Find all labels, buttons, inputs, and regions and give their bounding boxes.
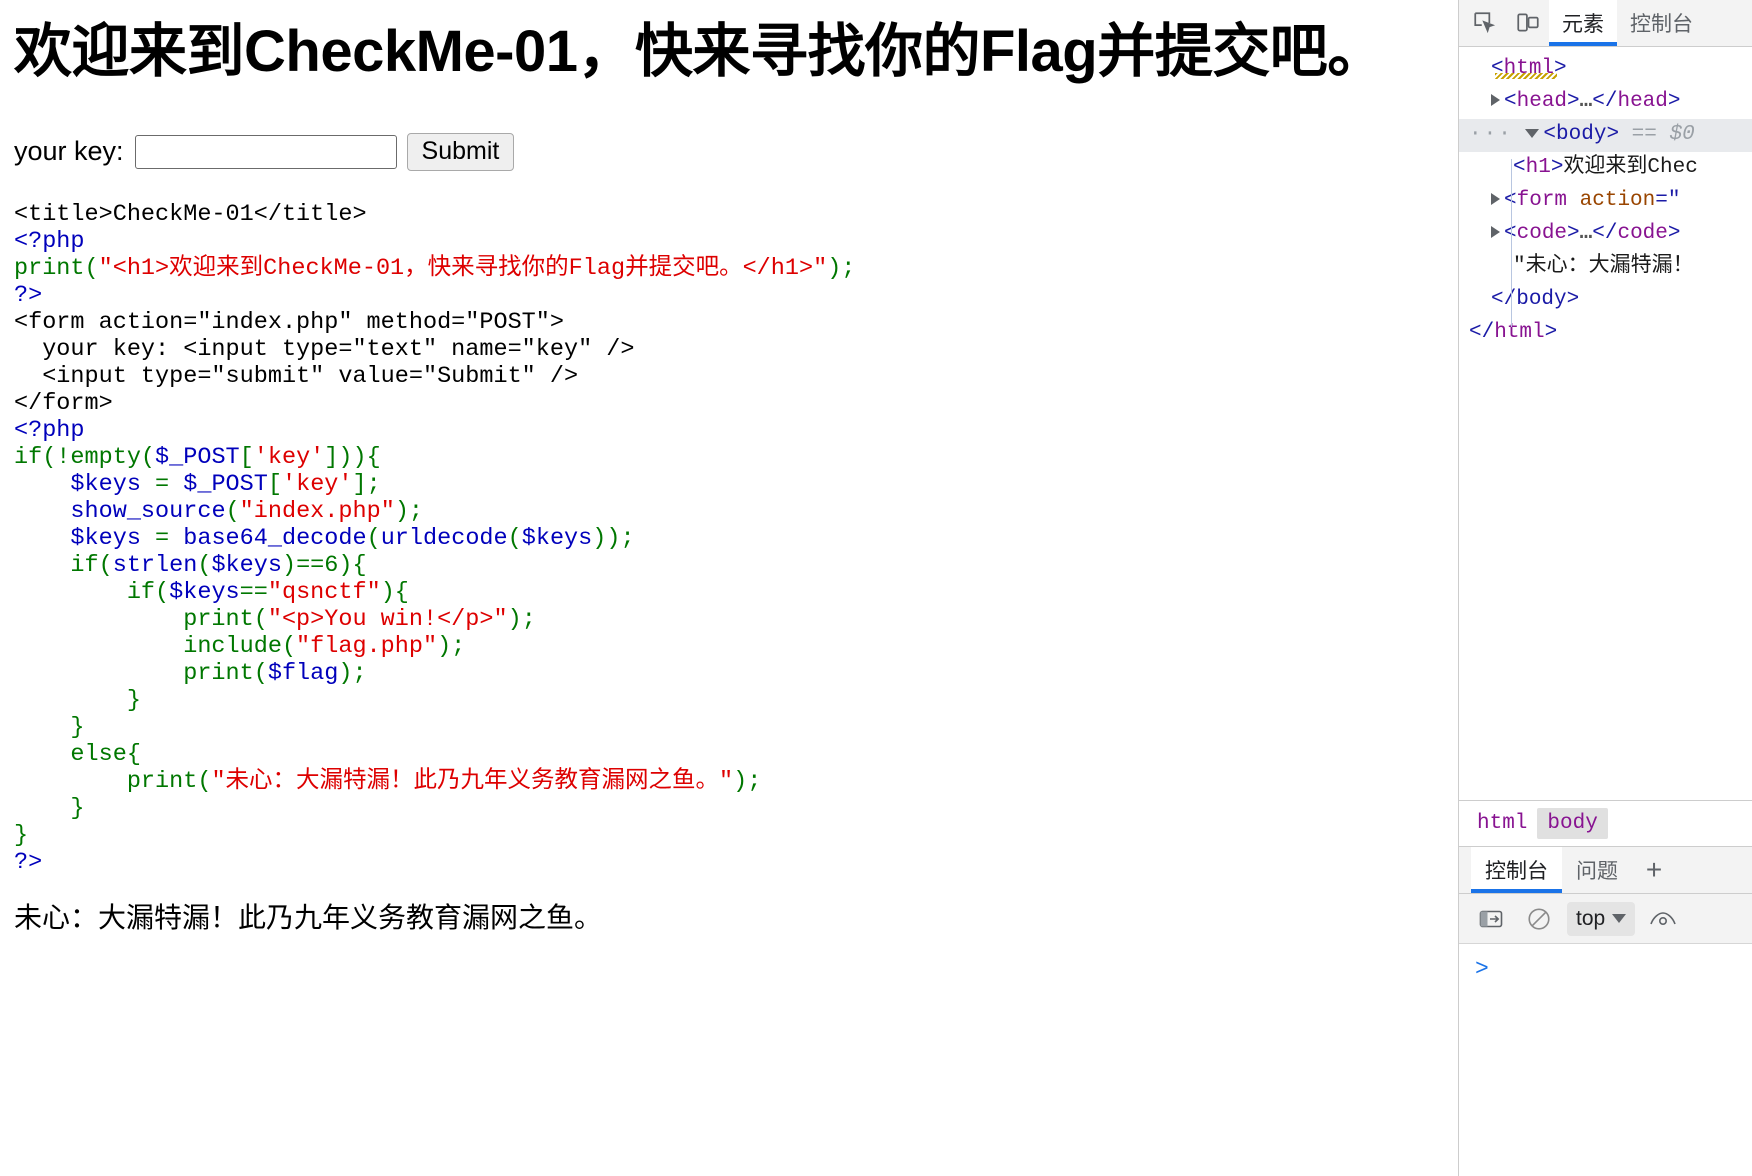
dom-tree-row[interactable]: <code>…</code> <box>1459 218 1752 251</box>
source-line: <title>CheckMe-01</title> <box>14 200 367 228</box>
source-line: ?> <box>14 848 43 876</box>
drawer-tabs: 控制台 问题 + <box>1459 847 1752 894</box>
source-line: <form action="index.php" method="POST"> <box>14 308 564 336</box>
dom-tree-row[interactable]: "未心：大漏特漏！ <box>1459 251 1752 284</box>
breadcrumb-item-html[interactable]: html <box>1467 808 1537 839</box>
dom-tree-row[interactable]: <form action=" <box>1459 185 1752 218</box>
key-label: your key: <box>14 136 124 167</box>
tab-issues[interactable]: 问题 <box>1562 847 1632 893</box>
add-tab-plus-icon[interactable]: + <box>1632 847 1676 893</box>
devtools-panel: 元素 控制台 <html> <head>…</head> ··· <body> ==… <box>1458 0 1752 1176</box>
dom-tree[interactable]: <html> <head>…</head> ··· <body> == $0 <h1>… <box>1459 47 1752 800</box>
console-output[interactable]: > <box>1459 944 1752 1176</box>
breadcrumb: html body <box>1459 800 1752 846</box>
source-line: if(!empty($_POST['key'])){ <box>14 443 381 471</box>
source-line: $keys = $_POST['key']; <box>70 470 381 498</box>
key-input[interactable] <box>134 134 397 169</box>
dom-tree-row[interactable]: ··· <body> == $0 <box>1459 119 1752 152</box>
source-code-listing: <title>CheckMe-01</title> <?php print("<h1… <box>14 201 1442 876</box>
dom-tree-row[interactable]: </html> <box>1459 317 1752 350</box>
source-line: </form> <box>14 389 113 417</box>
tab-console[interactable]: 控制台 <box>1471 847 1562 893</box>
tab-elements[interactable]: 元素 <box>1549 0 1617 46</box>
dom-tree-row[interactable]: <html> <box>1459 53 1752 86</box>
dom-tree-row[interactable]: <h1>欢迎来到Chec <box>1459 152 1752 185</box>
source-line: include("flag.php"); <box>14 632 466 660</box>
source-line: show_source("index.php"); <box>70 497 424 525</box>
key-form: your key: Submit <box>14 132 1442 171</box>
live-expression-eye-icon[interactable] <box>1643 901 1683 937</box>
console-context-select[interactable]: top <box>1567 901 1636 936</box>
dom-tree-row[interactable]: </body> <box>1459 284 1752 317</box>
source-line: } <box>14 794 85 822</box>
tab-console-top[interactable]: 控制台 <box>1617 0 1706 46</box>
devtools-toolbar: 元素 控制台 <box>1459 0 1752 47</box>
source-line: your key: <input type="text" name="key" … <box>14 335 635 363</box>
body-indent-guide <box>1511 159 1512 327</box>
console-prompt-icon: > <box>1475 956 1489 982</box>
source-line: } <box>14 686 141 714</box>
source-line: print("未心：大漏特漏！此乃九年义务教育漏网之鱼。"); <box>14 767 762 795</box>
browser-with-devtools: 欢迎来到CheckMe-01，快来寻找你的Flag并提交吧。 your key:… <box>0 0 1752 1176</box>
inspect-element-icon[interactable] <box>1463 0 1506 46</box>
html-tag-squiggle <box>1495 73 1557 79</box>
source-line: } <box>14 713 85 741</box>
source-line: ?> <box>14 281 43 309</box>
chevron-down-icon <box>1612 914 1627 923</box>
dom-tree-row[interactable]: <head>…</head> <box>1459 86 1752 119</box>
page-title: 欢迎来到CheckMe-01，快来寻找你的Flag并提交吧。 <box>14 19 1385 84</box>
device-toolbar-icon[interactable] <box>1506 0 1549 46</box>
php-output-text: 未心：大漏特漏！此乃九年义务教育漏网之鱼。 <box>14 901 603 933</box>
submit-button[interactable]: Submit <box>406 132 515 171</box>
web-page-content: 欢迎来到CheckMe-01，快来寻找你的Flag并提交吧。 your key:… <box>0 0 1458 1176</box>
breadcrumb-item-body[interactable]: body <box>1537 808 1608 839</box>
source-line: print("<p>You win!</p>"); <box>14 605 536 633</box>
console-context-value: top <box>1576 906 1606 930</box>
source-line: <?php <box>14 227 85 255</box>
devtools-drawer: 控制台 问题 + top > <box>1459 846 1752 1176</box>
source-line: if($keys=="qsnctf"){ <box>14 578 409 606</box>
clear-console-icon[interactable] <box>1519 901 1559 937</box>
console-sidebar-icon[interactable] <box>1471 901 1511 937</box>
source-line: if(strlen($keys)==6){ <box>14 551 367 579</box>
source-line: <input type="submit" value="Submit" /> <box>14 362 579 390</box>
source-line: } <box>14 821 29 849</box>
source-line: <?php <box>14 416 85 444</box>
source-line: print("<h1>欢迎来到CheckMe-01，快来寻找你的Flag并提交吧… <box>14 254 856 282</box>
console-toolbar: top <box>1459 894 1752 944</box>
source-line: else{ <box>14 740 141 768</box>
source-line: $keys = base64_decode(urldecode($keys)); <box>70 524 635 552</box>
source-line: print($flag); <box>14 659 367 687</box>
